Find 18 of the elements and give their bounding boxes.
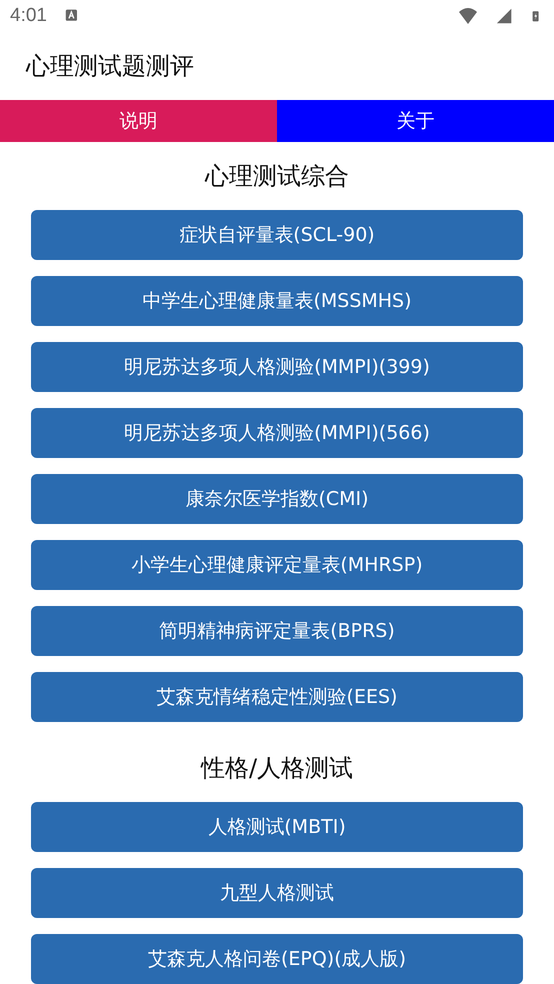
test-button[interactable]: 明尼苏达多项人格测验(MMPI)(399) bbox=[31, 342, 523, 392]
tab[interactable]: 说明 bbox=[0, 100, 277, 142]
test-button[interactable]: 明尼苏达多项人格测验(MMPI)(566) bbox=[31, 408, 523, 458]
section-heading: 性格/人格测试 bbox=[200, 753, 354, 784]
test-button[interactable]: 艾森克人格问卷(EPQ)(成人版) bbox=[31, 934, 523, 984]
tab[interactable]: 关于 bbox=[277, 100, 554, 142]
test-button[interactable]: 小学生心理健康评定量表(MHRSP) bbox=[31, 540, 523, 590]
test-button[interactable]: 中学生心理健康量表(MSSMHS) bbox=[31, 276, 523, 326]
test-button[interactable]: 简明精神病评定量表(BPRS) bbox=[31, 606, 523, 656]
test-button[interactable]: 人格测试(MBTI) bbox=[31, 802, 523, 852]
status-time: 4:01 bbox=[10, 5, 47, 28]
test-button[interactable]: 九型人格测试 bbox=[31, 868, 523, 918]
test-button[interactable]: 症状自评量表(SCL-90) bbox=[31, 210, 523, 260]
test-button[interactable]: 艾森克情绪稳定性测验(EES) bbox=[31, 672, 523, 722]
section-heading: 心理测试综合 bbox=[204, 161, 350, 192]
app-title: 心理测试题测评 bbox=[26, 51, 194, 82]
wifi-icon bbox=[458, 6, 478, 26]
test-button[interactable]: 康奈尔医学指数(CMI) bbox=[31, 474, 523, 524]
